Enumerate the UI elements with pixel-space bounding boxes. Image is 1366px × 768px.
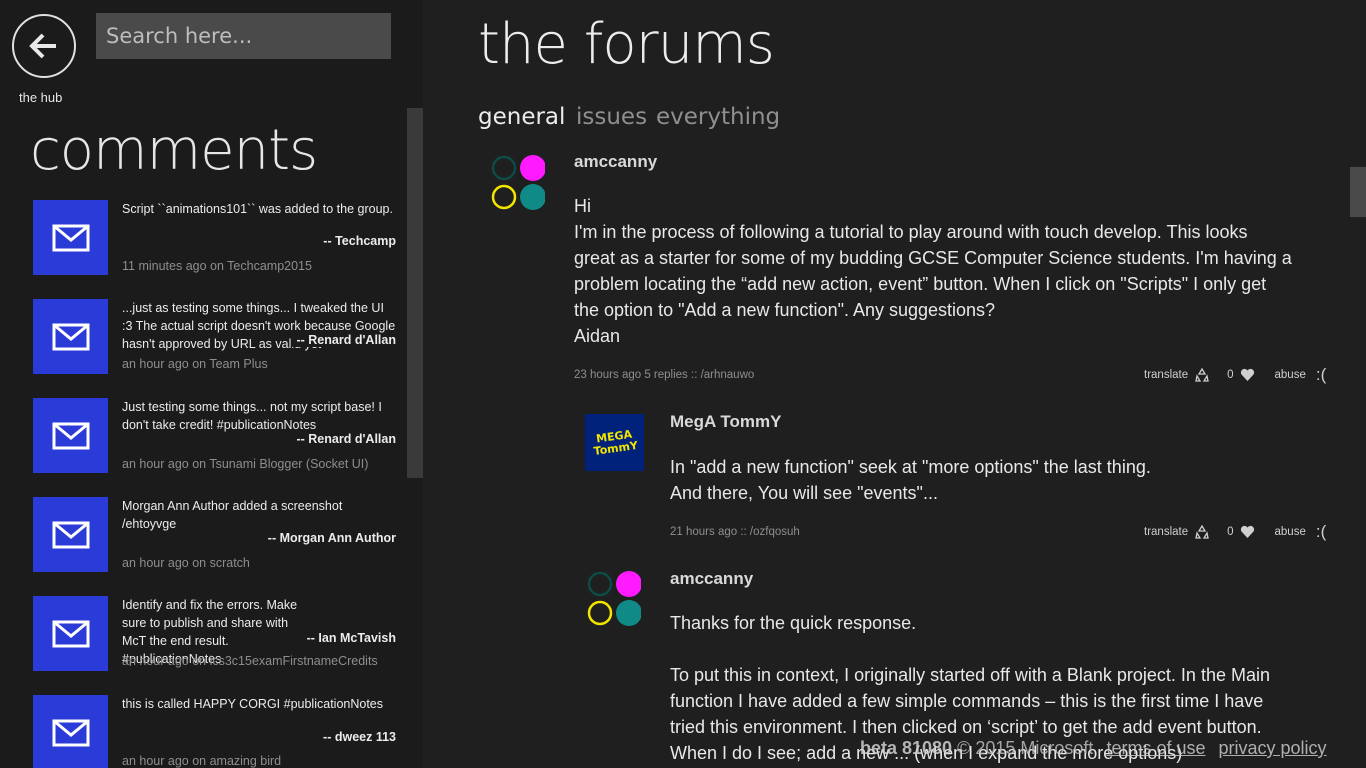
tab-general[interactable]: general	[478, 104, 565, 130]
comment-author[interactable]: -- Morgan Ann Author	[268, 531, 396, 545]
envelope-icon	[52, 521, 89, 548]
envelope-icon	[52, 620, 89, 647]
sad-icon[interactable]: :(	[1316, 365, 1326, 385]
like-button[interactable]: 0	[1227, 368, 1254, 382]
like-button[interactable]: 0	[1227, 525, 1254, 539]
comments-scrollbar[interactable]	[407, 108, 423, 478]
post-line: function I have added a few simple comma…	[670, 691, 1264, 711]
post-line	[670, 636, 1270, 662]
comments-pane: the hub comments Script ``animations101`…	[0, 0, 423, 768]
post-line: And there, You will see "events"...	[670, 483, 938, 503]
comment-tile	[33, 200, 108, 275]
comment-meta[interactable]: an hour ago on ics3c15examFirstnameCredi…	[122, 654, 378, 668]
build-version: beta 81080	[860, 738, 953, 758]
post-actions: translate 0 abuse :(	[1144, 365, 1326, 385]
tab-everything[interactable]: everything	[656, 104, 780, 130]
comment-text: Morgan Ann Author added a screenshot /eh…	[122, 499, 343, 531]
post-line: problem locating the “add new action, ev…	[574, 274, 1267, 294]
heart-icon	[1240, 368, 1254, 381]
recycle-icon	[1195, 525, 1209, 539]
like-count: 0	[1227, 369, 1234, 381]
post-meta[interactable]: 23 hours ago 5 replies :: /arhnauwo	[574, 369, 754, 381]
comment-author[interactable]: -- Renard d'Allan	[292, 333, 396, 347]
comment-item[interactable]: Identify and fix the errors. Make sure t…	[33, 596, 398, 686]
comment-meta[interactable]: an hour ago on scratch	[122, 556, 250, 570]
comment-item[interactable]: Morgan Ann Author added a screenshot /eh…	[33, 497, 398, 587]
recycle-icon	[1195, 368, 1209, 382]
footer: beta 81080 © 2015 Microsoft terms of use…	[860, 738, 1327, 759]
search-input[interactable]	[96, 13, 391, 59]
post-line: In "add a new function" seek at "more op…	[670, 457, 1151, 477]
comment-tile	[33, 497, 108, 572]
post-line: tried this environment. I then clicked o…	[670, 717, 1262, 737]
translate-label: translate	[1144, 526, 1189, 538]
comment-item[interactable]: this is called HAPPY CORGI #publicationN…	[33, 695, 398, 768]
post-actions: translate 0 abuse :(	[1144, 522, 1326, 542]
comment-item[interactable]: Script ``animations101`` was added to th…	[33, 200, 398, 290]
post-meta[interactable]: 21 hours ago :: /ozfqosuh	[670, 526, 800, 538]
avatar-logo-text: MEGA TommY	[592, 427, 639, 458]
avatar[interactable]: MEGA TommY	[585, 414, 644, 471]
comment-tile	[33, 596, 108, 671]
comment-author[interactable]: -- dweez 113	[323, 730, 396, 744]
terms-link[interactable]: terms of use	[1106, 738, 1205, 758]
comment-meta[interactable]: an hour ago on Tsunami Blogger (Socket U…	[122, 457, 368, 471]
comments-title: comments	[30, 118, 318, 183]
post-line: Hi	[574, 196, 591, 216]
comment-tile	[33, 398, 108, 473]
post-line: Aidan	[574, 326, 621, 346]
hub-label: the hub	[19, 90, 63, 105]
back-button[interactable]	[12, 14, 76, 78]
post-line: I'm in the process of following a tutori…	[574, 222, 1248, 242]
avatar[interactable]	[585, 570, 641, 626]
post-body: Hi I'm in the process of following a tut…	[574, 193, 1292, 349]
post-line: the option to "Add a new function". Any …	[574, 300, 996, 320]
abuse-link[interactable]: abuse	[1275, 369, 1306, 381]
post-line: Thanks for the quick response.	[670, 613, 917, 633]
comment-item[interactable]: ...just as testing some things... I twea…	[33, 299, 398, 389]
tab-issues[interactable]: issues	[576, 104, 647, 130]
abuse-link[interactable]: abuse	[1275, 526, 1306, 538]
comment-text: this is called HAPPY CORGI #publicationN…	[122, 697, 383, 711]
forums-pane: the forums general issues everything amc…	[423, 0, 1366, 768]
comment-author[interactable]: -- Renard d'Allan	[296, 432, 396, 446]
forums-scrollbar[interactable]	[1350, 167, 1366, 217]
comment-author[interactable]: -- Techcamp	[323, 234, 396, 248]
heart-icon	[1240, 525, 1254, 538]
translate-link[interactable]: translate	[1144, 525, 1209, 539]
translate-link[interactable]: translate	[1144, 368, 1209, 382]
back-arrow-icon	[29, 33, 56, 59]
comment-tile	[33, 299, 108, 374]
translate-label: translate	[1144, 369, 1189, 381]
post-line: great as a starter for some of my buddin…	[574, 248, 1292, 268]
comment-author[interactable]: -- Ian McTavish	[307, 631, 396, 645]
post-line: To put this in context, I originally sta…	[670, 665, 1270, 685]
comment-meta[interactable]: 11 minutes ago on Techcamp2015	[122, 259, 312, 273]
envelope-icon	[52, 323, 89, 350]
envelope-icon	[52, 224, 89, 251]
comment-meta[interactable]: an hour ago on amazing bird	[122, 754, 281, 768]
comment-text: Just testing some things... not my scrip…	[122, 400, 382, 432]
privacy-link[interactable]: privacy policy	[1219, 738, 1327, 758]
post-username[interactable]: MegA TommY	[670, 412, 781, 432]
copyright: © 2015 Microsoft	[957, 738, 1094, 758]
envelope-icon	[52, 422, 89, 449]
comment-item[interactable]: Just testing some things... not my scrip…	[33, 398, 398, 488]
like-count: 0	[1227, 526, 1234, 538]
envelope-icon	[52, 719, 89, 746]
post-username[interactable]: amccanny	[670, 569, 753, 589]
avatar[interactable]	[489, 154, 545, 210]
comment-meta[interactable]: an hour ago on Team Plus	[122, 357, 268, 371]
post-username[interactable]: amccanny	[574, 152, 657, 172]
post-body: In "add a new function" seek at "more op…	[670, 454, 1151, 506]
comment-tile	[33, 695, 108, 768]
sad-icon[interactable]: :(	[1316, 522, 1326, 542]
page-title: the forums	[478, 12, 775, 77]
comment-text: Script ``animations101`` was added to th…	[122, 202, 393, 216]
